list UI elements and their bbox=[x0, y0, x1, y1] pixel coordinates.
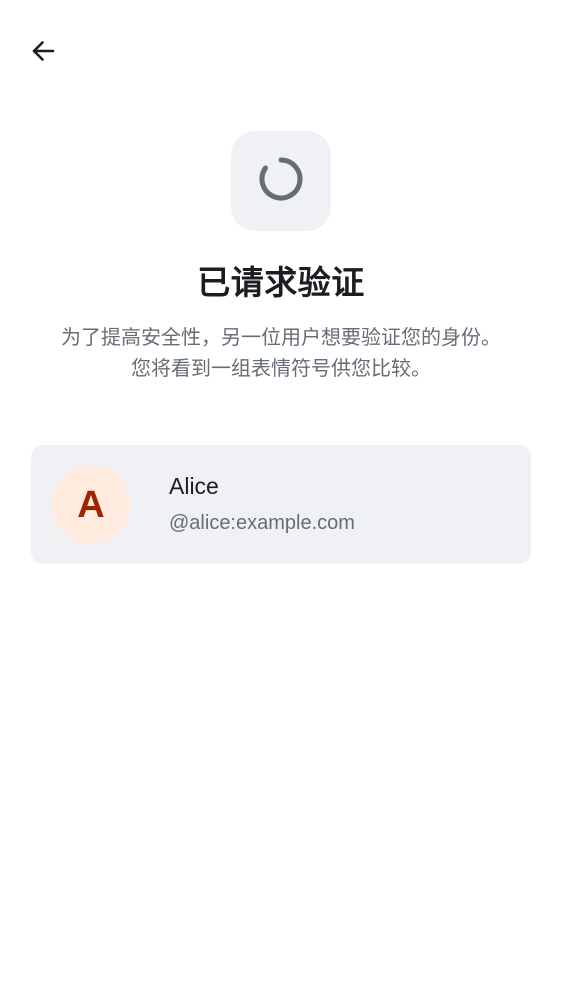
loading-spinner-icon bbox=[257, 155, 305, 207]
arrow-left-icon bbox=[29, 37, 57, 65]
description-line-2: 您将看到一组表情符号供您比较。 bbox=[131, 356, 431, 380]
avatar: A bbox=[51, 465, 131, 545]
verification-requested-screen: 已请求验证 为了提高安全性，另一位用户想要验证您的身份。 您将看到一组表情符号供… bbox=[0, 0, 562, 1000]
description-line-1: 为了提高安全性，另一位用户想要验证您的身份。 bbox=[61, 325, 501, 349]
user-name: Alice bbox=[169, 473, 219, 499]
page-title: 已请求验证 bbox=[197, 263, 365, 302]
user-id: @alice:example.com bbox=[169, 512, 355, 534]
back-button[interactable] bbox=[22, 30, 64, 72]
user-card: A Alice @alice:example.com bbox=[31, 445, 531, 564]
description-text: 为了提高安全性，另一位用户想要验证您的身份。 您将看到一组表情符号供您比较。 bbox=[20, 322, 542, 384]
status-tile bbox=[231, 131, 331, 231]
